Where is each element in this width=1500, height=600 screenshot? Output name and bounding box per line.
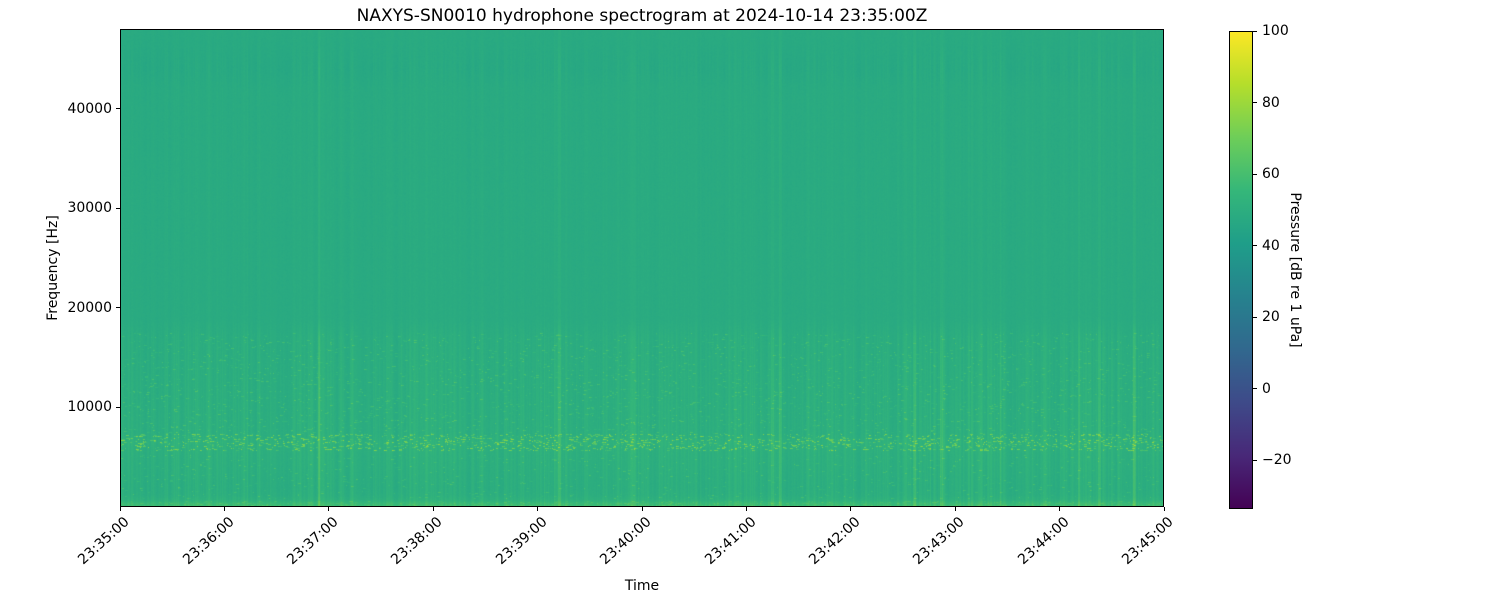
- x-axis-label: Time: [624, 578, 660, 594]
- x-tick-mark: [537, 507, 539, 511]
- y-tick-label: 40000: [67, 100, 112, 117]
- y-tick-mark: [116, 108, 120, 110]
- colorbar-tick-label: 40: [1262, 237, 1280, 254]
- x-tick-label: 23:42:00: [806, 514, 864, 568]
- colorbar-tick-label: 0: [1262, 380, 1271, 397]
- y-axis-label: Frequency [Hz]: [45, 215, 61, 321]
- x-tick-mark: [745, 507, 747, 511]
- x-tick-label: 23:40:00: [597, 514, 655, 568]
- colorbar-tick-mark: [1253, 459, 1257, 461]
- colorbar-tick-label: 80: [1262, 94, 1280, 111]
- y-tick-mark: [116, 307, 120, 309]
- figure: NAXYS-SN0010 hydrophone spectrogram at 2…: [0, 0, 1500, 600]
- x-tick-mark: [954, 507, 956, 511]
- colorbar-tick-mark: [1253, 245, 1257, 246]
- colorbar-label: Pressure [dB re 1 uPa]: [1287, 192, 1303, 348]
- x-tick-label: 23:36:00: [179, 514, 238, 568]
- x-tick-label: 23:35:00: [75, 514, 133, 568]
- x-tick-label: 23:44:00: [1014, 514, 1073, 568]
- x-tick-mark: [1059, 507, 1061, 511]
- colorbar-tick-label: −20: [1262, 452, 1292, 469]
- colorbar-tick-label: 20: [1262, 309, 1280, 325]
- x-tick-label: 23:43:00: [910, 514, 968, 568]
- y-tick-label: 10000: [67, 399, 112, 416]
- x-tick-label: 23:39:00: [492, 514, 551, 568]
- x-tick-label: 23:38:00: [388, 514, 446, 568]
- colorbar-gradient: [1229, 31, 1253, 509]
- colorbar-tick-mark: [1253, 102, 1257, 103]
- y-tick-mark: [116, 406, 120, 408]
- x-tick-mark: [119, 507, 121, 511]
- x-tick-label: 23:41:00: [701, 514, 760, 568]
- colorbar-tick-mark: [1253, 30, 1257, 32]
- x-tick-label: 23:37:00: [284, 514, 342, 568]
- y-tick-label: 20000: [67, 299, 112, 316]
- y-tick-label: 30000: [67, 200, 112, 217]
- colorbar-tick-label: 100: [1262, 23, 1289, 39]
- colorbar-tick-mark: [1253, 388, 1257, 390]
- spectrogram-canvas: [120, 29, 1164, 507]
- x-tick-mark: [432, 507, 434, 511]
- x-tick-mark: [850, 507, 852, 511]
- colorbar-tick-label: 60: [1262, 166, 1280, 182]
- colorbar-tick-mark: [1253, 316, 1257, 318]
- chart-title: NAXYS-SN0010 hydrophone spectrogram at 2…: [356, 6, 928, 26]
- plot-area: [120, 29, 1164, 507]
- x-tick-mark: [1163, 507, 1165, 511]
- x-tick-mark: [328, 507, 330, 511]
- x-tick-mark: [223, 507, 225, 511]
- colorbar-tick-mark: [1253, 173, 1257, 175]
- x-tick-mark: [641, 507, 643, 511]
- y-tick-mark: [116, 207, 120, 209]
- x-tick-label: 23:45:00: [1119, 514, 1177, 568]
